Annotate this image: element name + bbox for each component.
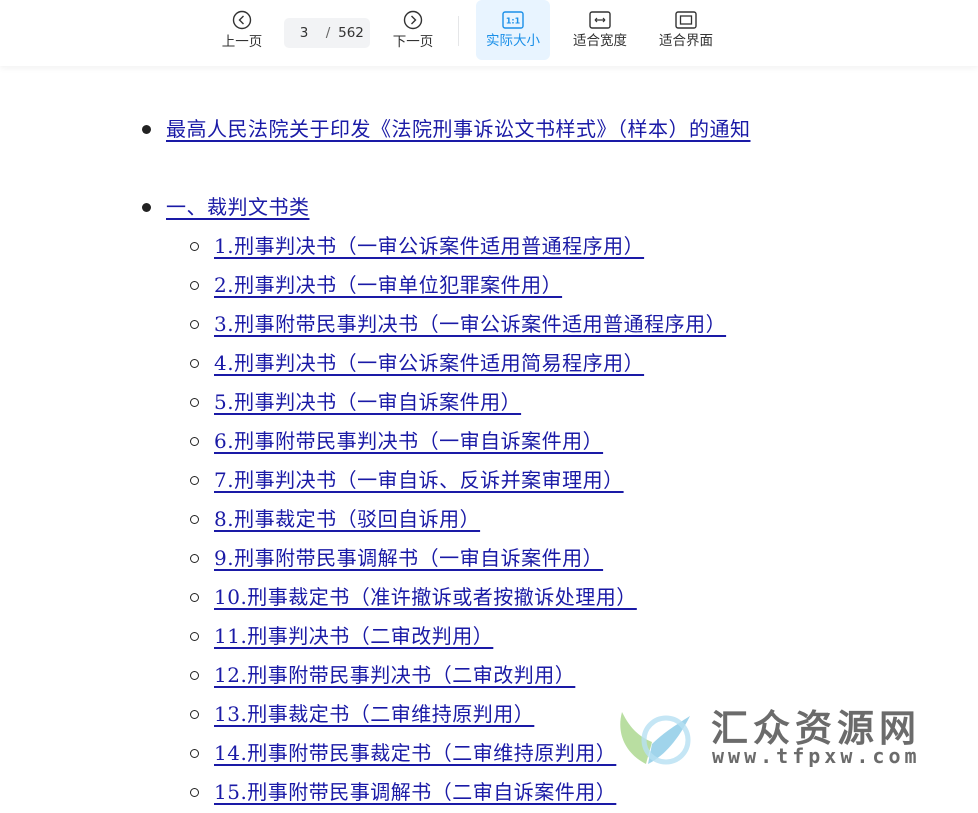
toc-link[interactable]: 8.刑事裁定书（驳回自诉用） bbox=[214, 500, 480, 539]
toc-link[interactable]: 最高人民法院关于印发《法院刑事诉讼文书样式》（样本）的通知 bbox=[166, 110, 866, 149]
toc-link[interactable]: 3.刑事附带民事判决书（一审公诉案件适用普通程序用） bbox=[214, 305, 726, 344]
page-separator: / bbox=[325, 25, 331, 41]
toc-link[interactable]: 12.刑事附带民事判决书（二审改判用） bbox=[214, 656, 575, 695]
bullet-circle bbox=[190, 671, 199, 680]
bullet-circle bbox=[190, 359, 199, 368]
bullet-disc bbox=[142, 125, 151, 134]
fit-page-icon bbox=[675, 11, 697, 29]
next-page-button[interactable]: 下一页 bbox=[384, 0, 442, 60]
next-page-label: 下一页 bbox=[392, 34, 434, 50]
document-page: 最高人民法院关于印发《法院刑事诉讼文书样式》（样本）的通知 一、裁判文书类 1.… bbox=[0, 66, 978, 813]
bullet-circle bbox=[190, 320, 199, 329]
bullet-circle bbox=[190, 281, 199, 290]
prev-page-button[interactable]: 上一页 bbox=[213, 0, 271, 60]
toc-link[interactable]: 9.刑事附带民事调解书（一审自诉案件用） bbox=[214, 539, 603, 578]
toolbar-divider bbox=[458, 16, 459, 46]
toc-link[interactable]: 6.刑事附带民事判决书（一审自诉案件用） bbox=[214, 422, 603, 461]
bullet-circle bbox=[190, 710, 199, 719]
page-indicator[interactable]: 3 / 562 bbox=[284, 18, 370, 48]
toc-link[interactable]: 1.刑事判决书（一审公诉案件适用普通程序用） bbox=[214, 227, 644, 266]
fit-page-label: 适合界面 bbox=[659, 33, 713, 49]
toc-link[interactable]: 11.刑事判决书（二审改判用） bbox=[214, 617, 493, 656]
toc-link[interactable]: 7.刑事判决书（一审自诉、反诉并案审理用） bbox=[214, 461, 624, 500]
prev-page-label: 上一页 bbox=[221, 34, 263, 50]
chevron-right-circle-icon bbox=[403, 10, 423, 30]
bullet-circle bbox=[190, 515, 199, 524]
actual-size-label: 实际大小 bbox=[486, 33, 540, 49]
toc-link[interactable]: 2.刑事判决书（一审单位犯罪案件用） bbox=[214, 266, 562, 305]
toc-link[interactable]: 5.刑事判决书（一审自诉案件用） bbox=[214, 383, 521, 422]
bullet-circle bbox=[190, 788, 199, 797]
actual-size-button[interactable]: 1:1 实际大小 bbox=[476, 0, 550, 60]
bullet-circle bbox=[190, 593, 199, 602]
total-pages: 562 bbox=[338, 25, 364, 41]
fit-width-button[interactable]: 适合宽度 bbox=[565, 0, 635, 60]
bullet-circle bbox=[190, 749, 199, 758]
fit-page-button[interactable]: 适合界面 bbox=[651, 0, 721, 60]
chevron-left-circle-icon bbox=[232, 10, 252, 30]
actual-size-icon: 1:1 bbox=[502, 11, 524, 29]
bullet-circle bbox=[190, 554, 199, 563]
current-page-input[interactable]: 3 bbox=[284, 25, 324, 41]
svg-text:1:1: 1:1 bbox=[506, 17, 521, 26]
toc-link[interactable]: 4.刑事判决书（一审公诉案件适用简易程序用） bbox=[214, 344, 644, 383]
bullet-circle bbox=[190, 242, 199, 251]
bullet-circle bbox=[190, 476, 199, 485]
toc-link[interactable]: 10.刑事裁定书（准许撤诉或者按撤诉处理用） bbox=[214, 578, 637, 617]
toc-link[interactable]: 15.刑事附带民事调解书（二审自诉案件用） bbox=[214, 773, 616, 812]
fit-width-icon bbox=[589, 11, 611, 29]
fit-width-label: 适合宽度 bbox=[573, 33, 627, 49]
bullet-circle bbox=[190, 398, 199, 407]
viewer-toolbar: 上一页 3 / 562 下一页 1:1 实际大小 适合宽度 适合界面 bbox=[0, 0, 978, 66]
bullet-circle bbox=[190, 632, 199, 641]
toc-link[interactable]: 14.刑事附带民事裁定书（二审维持原判用） bbox=[214, 734, 616, 773]
bullet-disc bbox=[142, 203, 151, 212]
toc-link[interactable]: 一、裁判文书类 bbox=[166, 188, 310, 227]
toc-link[interactable]: 13.刑事裁定书（二审维持原判用） bbox=[214, 695, 534, 734]
bullet-circle bbox=[190, 437, 199, 446]
